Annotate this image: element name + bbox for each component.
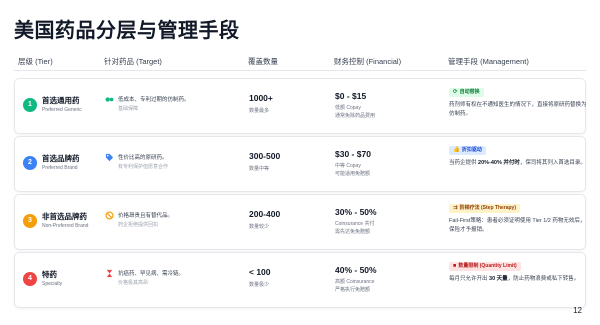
- coverage-note: 数量极少: [249, 282, 270, 288]
- management-description: 药剂师有权在不通知医生的情况下，直接将原研药替换为仿制药。: [449, 102, 587, 117]
- management-badge: ⟳ 自动替换: [449, 88, 484, 97]
- tier-row-3: 3 非首选品牌药 Non-Preferred Brand 价格昂贵且有替代品。 …: [14, 194, 586, 250]
- header-financial: 财务控制 (Financial): [334, 57, 402, 66]
- steps-icon: ⇉: [453, 205, 458, 211]
- financial-type: 中等 Copay: [335, 163, 361, 169]
- refresh-icon: ⟳: [453, 89, 458, 95]
- limit-icon: ■: [453, 263, 457, 269]
- tier-row-2: 2 首选品牌药 Preferred Brand 性价比高的原研药。 有专利保护但…: [14, 136, 586, 192]
- tier-subtitle: Preferred Generic: [42, 107, 82, 113]
- target-note: 有专利保护但愿意合作: [118, 164, 169, 170]
- tier-subtitle: Specialty: [42, 281, 63, 287]
- tier-row-4: 4 特药 Specialty 抗癌药、罕见病、需冷链。 价格极其高昂 < 100…: [14, 252, 586, 308]
- target-description: 低成本、专利过期的仿制药。: [118, 97, 190, 103]
- management-description: 当药企提供 20%-40% 并付时，保司将其列入首选目录。: [449, 160, 586, 166]
- financial-type: 低额 Copay: [335, 105, 361, 111]
- management-badge: ⇉ 阶梯疗法 (Step Therapy): [449, 204, 521, 213]
- tier-name: 特药: [42, 270, 57, 279]
- badge-label: 折扣驱动: [461, 147, 482, 153]
- page-title: 美国药品分层与管理手段: [14, 20, 240, 42]
- management-description: Fail-First策略：患者必须证明使用 Tier 1/2 药物无效后，保险才…: [449, 218, 586, 233]
- tier-subtitle: Preferred Brand: [42, 165, 78, 171]
- hourglass-icon: [105, 269, 114, 278]
- financial-amount: $0 - $15: [335, 91, 367, 101]
- tier-name: 首选品牌药: [42, 154, 80, 163]
- target-note: 基础保障: [118, 106, 139, 112]
- pills-icon: [105, 95, 114, 104]
- header-tier: 层级 (Tier): [18, 57, 53, 66]
- financial-amount: 30% - 50%: [335, 207, 377, 217]
- financial-note: 可能适用免赔额: [335, 171, 371, 177]
- management-badge: 👍 折扣驱动: [449, 146, 486, 155]
- financial-amount: 40% - 50%: [335, 265, 377, 275]
- header-target: 针对药品 (Target): [104, 57, 162, 66]
- page-number: 12: [573, 306, 582, 315]
- tier-number-badge: 4: [23, 272, 37, 286]
- tier-row-1: 1 首选通用药 Preferred Generic 低成本、专利过期的仿制药。 …: [14, 78, 587, 134]
- coverage-count: < 100: [249, 267, 271, 277]
- table-header: 层级 (Tier) 针对药品 (Target) 覆盖数量 财务控制 (Finan…: [14, 50, 586, 71]
- financial-amount: $30 - $70: [335, 149, 371, 159]
- management-description: 每月只允许开出 30 天量，防止药物浪费或私下转售。: [449, 276, 580, 282]
- financial-note: 严格执行免赔额: [335, 287, 371, 293]
- financial-type: Coinsurance 共付: [335, 221, 375, 227]
- financial-note: 需先达免免赔额: [335, 229, 371, 235]
- badge-label: 阶梯疗法 (Step Therapy): [459, 205, 517, 211]
- tier-number-badge: 1: [23, 98, 37, 112]
- target-description: 抗癌药、罕见病、需冷链。: [118, 271, 185, 277]
- coverage-note: 数量中等: [249, 166, 270, 172]
- tier-number-badge: 3: [23, 214, 37, 228]
- financial-type: 高额 Coinsurance: [335, 279, 375, 285]
- target-description: 价格昂贵且有替代品。: [118, 213, 174, 219]
- coverage-count: 1000+: [249, 93, 273, 103]
- header-management: 管理手段 (Management): [448, 57, 529, 66]
- target-note: 价格极其高昂: [118, 280, 149, 286]
- coverage-note: 数量最多: [249, 108, 270, 114]
- tag-icon: [105, 153, 114, 162]
- financial-note: 通常免除药品费用: [335, 113, 376, 119]
- tier-number-badge: 2: [23, 156, 37, 170]
- tier-subtitle: Non-Preferred Brand: [42, 223, 89, 229]
- management-badge: ■ 数量限制 (Quantity Limit): [449, 262, 521, 271]
- target-description: 性价比高的原研药。: [118, 155, 168, 161]
- tier-name: 首选通用药: [42, 96, 80, 105]
- ban-icon: [105, 211, 114, 220]
- tier-name: 非首选品牌药: [42, 212, 87, 221]
- badge-label: 数量限制 (Quantity Limit): [458, 263, 517, 269]
- coverage-note: 数量较少: [249, 224, 270, 230]
- header-coverage: 覆盖数量: [248, 57, 278, 66]
- thumbs-up-icon: 👍: [453, 147, 460, 153]
- badge-label: 自动替换: [459, 89, 480, 95]
- coverage-count: 200-400: [249, 209, 281, 219]
- target-note: 药企拒绝提供回扣: [118, 222, 159, 228]
- coverage-count: 300-500: [249, 151, 281, 161]
